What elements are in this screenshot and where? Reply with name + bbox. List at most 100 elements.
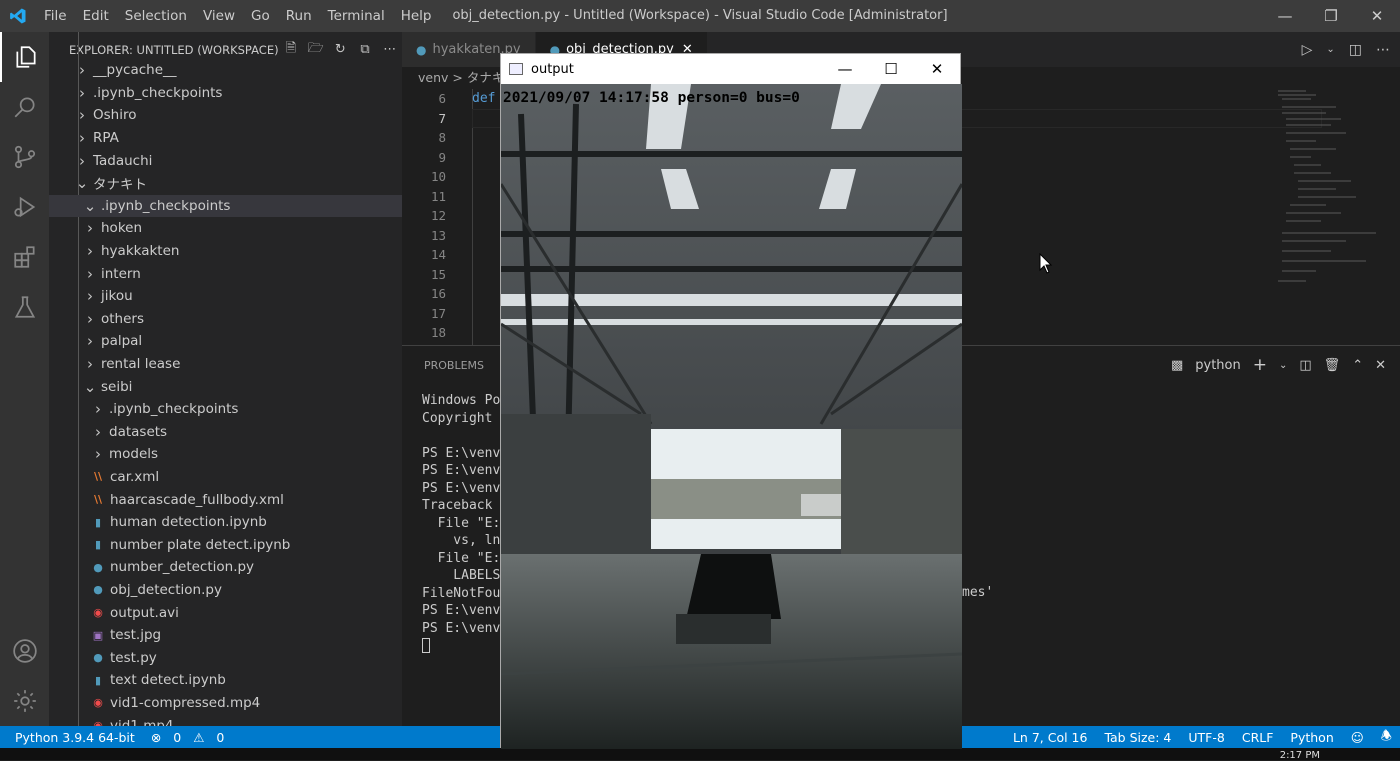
- notebook-file-icon: ▮: [94, 538, 102, 552]
- split-editor-icon[interactable]: ◫: [1349, 42, 1362, 58]
- output-window-titlebar[interactable]: output — ☐ ✕: [501, 54, 960, 84]
- problems-summary[interactable]: ⊗ 0 ⚠ 0: [143, 730, 241, 745]
- folder-item[interactable]: › __pycache__: [49, 59, 402, 82]
- file-item[interactable]: \\ haarcascade_fullbody.xml: [49, 488, 402, 511]
- editor-actions: ▷ ⌄ ◫ ⋯: [1302, 32, 1390, 67]
- close-icon[interactable]: ✕: [914, 54, 960, 84]
- menu-run[interactable]: Run: [278, 8, 320, 24]
- line-ending[interactable]: CRLF: [1242, 730, 1274, 745]
- tab-problems[interactable]: PROBLEMS: [424, 359, 484, 372]
- feedback-icon[interactable]: ☺: [1351, 730, 1364, 745]
- notifications-bell-icon[interactable]: 🕭: [1381, 727, 1392, 748]
- folder-item[interactable]: › Oshiro: [49, 104, 402, 127]
- menu-file[interactable]: File: [36, 8, 75, 24]
- chevron-right-icon: ›: [87, 287, 93, 306]
- maximize-icon[interactable]: ☐: [868, 54, 914, 84]
- menu-help[interactable]: Help: [393, 8, 440, 24]
- terminal-line: PS E:\venv\: [422, 480, 509, 496]
- chevron-down-icon: ⌄: [83, 196, 97, 215]
- menu-view[interactable]: View: [195, 8, 243, 24]
- restore-icon[interactable]: ❐: [1308, 0, 1354, 32]
- testing-flask-icon[interactable]: [0, 282, 49, 332]
- split-terminal-icon[interactable]: ◫: [1299, 358, 1311, 373]
- folder-item[interactable]: › jikou: [49, 285, 402, 308]
- breadcrumb[interactable]: venv > タナキ: [402, 67, 504, 89]
- tree-item-label: number_detection.py: [110, 559, 255, 576]
- new-folder-icon[interactable]: 🗁: [303, 39, 328, 61]
- more-actions-icon[interactable]: ⋯: [1376, 42, 1390, 58]
- folder-item[interactable]: ⌄ タナキト: [49, 172, 402, 195]
- detection-overlay-text: 2021/09/07 14:17:58 person=0 bus=0: [503, 90, 800, 106]
- file-item[interactable]: ▣ test.jpg: [49, 624, 402, 647]
- search-icon[interactable]: [0, 82, 49, 132]
- folder-item[interactable]: › hyakkakten: [49, 240, 402, 263]
- new-terminal-icon[interactable]: +: [1253, 355, 1267, 375]
- tree-item-label: .ipynb_checkpoints: [109, 401, 239, 418]
- terminal-dropdown-chevron-icon[interactable]: ⌄: [1279, 360, 1287, 371]
- folder-item[interactable]: › hoken: [49, 217, 402, 240]
- line-number: 11: [430, 188, 446, 204]
- settings-gear-icon[interactable]: [0, 676, 49, 726]
- menu-edit[interactable]: Edit: [75, 8, 117, 24]
- close-panel-icon[interactable]: ✕: [1375, 358, 1386, 373]
- language-mode[interactable]: Python: [1290, 730, 1333, 745]
- cursor-position[interactable]: Ln 7, Col 16: [1013, 730, 1088, 745]
- folder-item[interactable]: ⌄ seibi: [49, 375, 402, 398]
- explorer-icon[interactable]: [0, 32, 49, 82]
- file-item[interactable]: ● test.py: [49, 646, 402, 669]
- run-icon[interactable]: ▷: [1302, 42, 1313, 58]
- line-number: 18: [430, 325, 446, 340]
- file-item[interactable]: \\ car.xml: [49, 466, 402, 489]
- kill-terminal-trash-icon[interactable]: 🗑: [1324, 358, 1341, 373]
- folder-item[interactable]: ⌄ .ipynb_checkpoints: [49, 194, 402, 218]
- file-item[interactable]: ▮ human detection.ipynb: [49, 511, 402, 534]
- file-item[interactable]: ▮ text detect.ipynb: [49, 669, 402, 692]
- encoding[interactable]: UTF-8: [1188, 730, 1224, 745]
- tree-item-label: Oshiro: [93, 107, 137, 124]
- folder-item[interactable]: › Tadauchi: [49, 149, 402, 172]
- tree-item-label: __pycache__: [93, 62, 177, 79]
- folder-item[interactable]: › others: [49, 308, 402, 331]
- python-interpreter[interactable]: Python 3.9.4 64-bit: [7, 730, 143, 745]
- menu-go[interactable]: Go: [243, 8, 278, 24]
- folder-item[interactable]: › models: [49, 443, 402, 466]
- file-item[interactable]: ● obj_detection.py: [49, 579, 402, 602]
- terminal-shell-label[interactable]: python: [1195, 358, 1240, 373]
- tab-size[interactable]: Tab Size: 4: [1104, 730, 1171, 745]
- folder-item[interactable]: › .ipynb_checkpoints: [49, 398, 402, 421]
- folder-item[interactable]: › palpal: [49, 330, 402, 353]
- minimize-icon[interactable]: —: [822, 54, 868, 84]
- run-dropdown-chevron-icon[interactable]: ⌄: [1326, 44, 1334, 55]
- close-icon[interactable]: ✕: [1354, 0, 1400, 32]
- run-debug-icon[interactable]: [0, 182, 49, 232]
- file-item[interactable]: ◉ output.avi: [49, 601, 402, 624]
- collapse-all-icon[interactable]: ⧉: [353, 42, 378, 57]
- more-actions-icon[interactable]: ⋯: [377, 42, 402, 57]
- terminal-cursor: [422, 638, 430, 653]
- source-control-icon[interactable]: [0, 132, 49, 182]
- tree-item-label: vid1.mp4: [110, 717, 174, 726]
- minimap[interactable]: [1276, 89, 1386, 289]
- folder-item[interactable]: › .ipynb_checkpoints: [49, 82, 402, 105]
- folder-item[interactable]: › datasets: [49, 421, 402, 444]
- refresh-icon[interactable]: ↻: [328, 42, 353, 57]
- menu-selection[interactable]: Selection: [117, 8, 195, 24]
- folder-item[interactable]: › rental lease: [49, 353, 402, 376]
- folder-item[interactable]: › intern: [49, 262, 402, 285]
- chevron-right-icon: ›: [79, 61, 85, 80]
- file-item[interactable]: ◉ vid1.mp4: [49, 714, 402, 726]
- file-item[interactable]: ◉ vid1-compressed.mp4: [49, 692, 402, 715]
- account-icon[interactable]: [0, 626, 49, 676]
- minimize-icon[interactable]: —: [1262, 0, 1308, 32]
- maximize-panel-chevron-up-icon[interactable]: ⌃: [1352, 358, 1363, 373]
- extensions-icon[interactable]: [0, 232, 49, 282]
- tree-item-label: human detection.ipynb: [110, 514, 267, 531]
- file-item[interactable]: ▮ number plate detect.ipynb: [49, 533, 402, 556]
- output-window[interactable]: output — ☐ ✕ 2021/09/07 14:17:58 person=…: [500, 53, 962, 749]
- menu-terminal[interactable]: Terminal: [320, 8, 393, 24]
- terminal-line: File "E:\: [422, 515, 509, 531]
- new-file-icon[interactable]: 🗎: [279, 39, 304, 61]
- folder-item[interactable]: › RPA: [49, 127, 402, 150]
- file-item[interactable]: ● number_detection.py: [49, 556, 402, 579]
- terminal-output[interactable]: Windows Pow Copyright (PS E:\venv\ PS E:\v…: [422, 392, 508, 653]
